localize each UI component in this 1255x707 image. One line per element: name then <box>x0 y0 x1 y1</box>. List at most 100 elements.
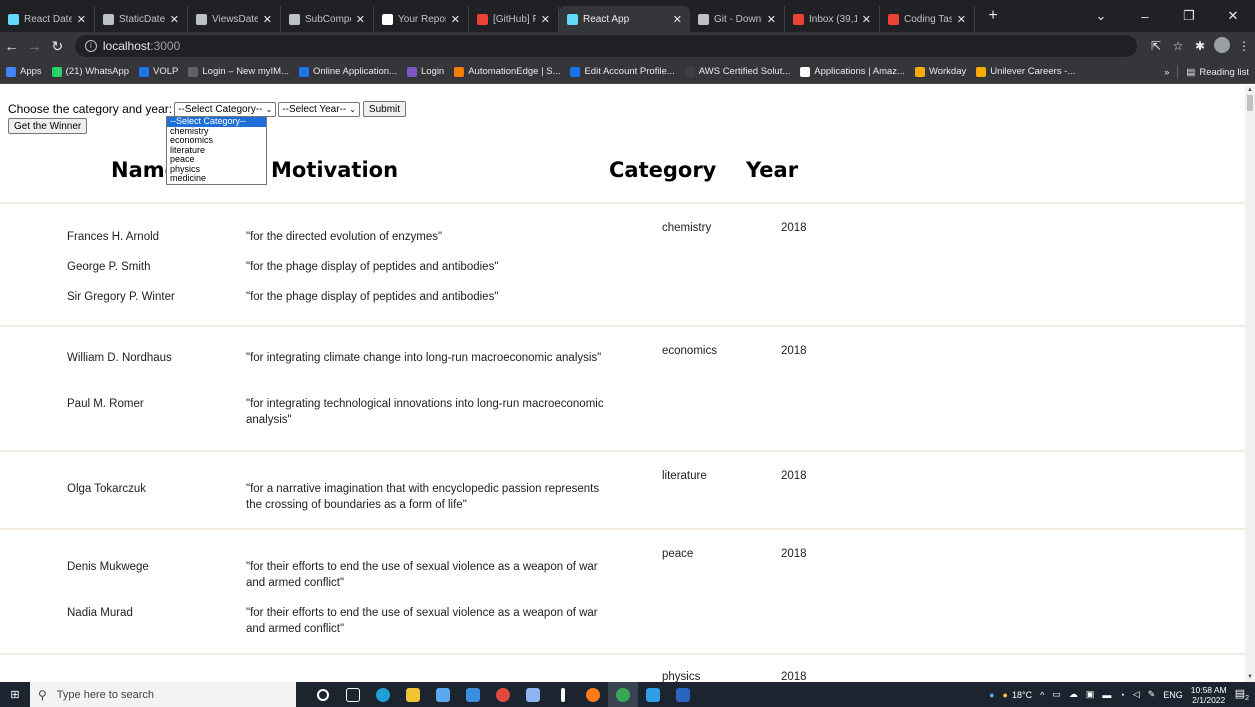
filter-form: Choose the category and year: --Select C… <box>8 101 407 117</box>
submit-button[interactable]: Submit <box>362 101 407 117</box>
reload-icon[interactable]: ↻ <box>46 38 69 55</box>
bookmark-5[interactable]: Login <box>406 66 444 77</box>
scroll-thumb[interactable] <box>1247 95 1253 111</box>
dropbox-icon[interactable] <box>518 682 548 707</box>
bookmark-label: Workday <box>928 66 967 77</box>
reading-list-icon[interactable]: ▤ <box>1186 67 1195 78</box>
display-icon[interactable]: ▣ <box>1086 689 1095 700</box>
chevron-down-icon: ⌄ <box>265 104 273 114</box>
year-select[interactable]: --Select Year-- ⌄ <box>278 101 360 117</box>
tab-label: React Date Tim <box>24 13 72 25</box>
weather-temp[interactable]: 18°C <box>1012 690 1032 700</box>
tab-1[interactable]: StaticDatePick ✕ <box>95 6 188 32</box>
tab-4[interactable]: Your Reposito ✕ <box>374 6 469 32</box>
bookmark-8[interactable]: AWS Certified Solut... <box>684 66 790 77</box>
header-category: Category <box>609 158 717 182</box>
close-tab-icon[interactable]: ✕ <box>673 13 682 26</box>
file-explorer-icon[interactable] <box>398 682 428 707</box>
mail-icon[interactable] <box>458 682 488 707</box>
vivaldi-icon[interactable] <box>488 682 518 707</box>
scroll-down-icon[interactable]: ▼ <box>1247 674 1253 680</box>
close-tab-icon[interactable]: ✕ <box>862 13 871 26</box>
close-tab-icon[interactable]: ✕ <box>263 13 272 26</box>
tab-7[interactable]: Git - Downloa ✕ <box>690 6 785 32</box>
close-tab-icon[interactable]: ✕ <box>451 13 460 26</box>
category-option[interactable]: medicine <box>167 173 266 184</box>
page-scrollbar[interactable]: ▲ ▼ <box>1245 85 1255 682</box>
network-icon[interactable]: ▭ <box>1052 689 1061 700</box>
close-tab-icon[interactable]: ✕ <box>77 13 86 26</box>
firefox-icon[interactable] <box>578 682 608 707</box>
form-prompt: Choose the category and year: <box>8 102 173 116</box>
weather-icon[interactable]: ● <box>1003 690 1008 700</box>
category-cell: chemistry <box>662 222 712 234</box>
help-icon[interactable]: ● <box>989 690 994 700</box>
forward-icon[interactable]: → <box>23 38 46 54</box>
tray-expand-icon[interactable]: ^ <box>1040 690 1044 700</box>
close-tab-icon[interactable]: ✕ <box>957 13 966 26</box>
restore-icon[interactable]: ❐ <box>1167 8 1211 24</box>
taskbar-search[interactable]: ⚲ Type here to search <box>30 682 296 707</box>
bookmark-3[interactable]: Login – New myIM... <box>188 66 289 77</box>
wifi-icon[interactable]: ◔ <box>1119 690 1124 700</box>
vscode-icon[interactable] <box>638 682 668 707</box>
slack-icon[interactable] <box>548 682 578 707</box>
new-tab-button[interactable]: + <box>983 7 1003 25</box>
edge-icon[interactable] <box>368 682 398 707</box>
tab-5[interactable]: [GitHub] Pleas ✕ <box>469 6 559 32</box>
share-icon[interactable]: ⇱ <box>1145 39 1167 53</box>
close-tab-icon[interactable]: ✕ <box>767 13 776 26</box>
search-icon: ⚲ <box>38 687 47 702</box>
category-select[interactable]: --Select Category-- ⌄ <box>174 101 277 117</box>
tab-2[interactable]: ViewsDatePick ✕ <box>188 6 281 32</box>
tab-9[interactable]: Coding Task (F ✕ <box>880 6 975 32</box>
bookmark-7[interactable]: Edit Account Profile... <box>570 66 675 77</box>
bookmark-6[interactable]: AutomationEdge | S... <box>454 66 560 77</box>
bookmark-10[interactable]: Workday <box>914 66 967 77</box>
volume-icon[interactable]: ◁ <box>1133 689 1140 700</box>
windows-start-icon[interactable]: ⊞ <box>0 688 30 701</box>
word-icon[interactable] <box>668 682 698 707</box>
chrome-icon[interactable] <box>608 682 638 707</box>
get-winner-button[interactable]: Get the Winner <box>8 118 88 134</box>
more-bookmarks-icon[interactable]: » <box>1164 67 1169 78</box>
clock[interactable]: 10:58 AM 2/1/2022 <box>1191 685 1227 705</box>
onedrive-icon[interactable]: ☁ <box>1069 689 1078 700</box>
tab-6[interactable]: React App ✕ <box>559 6 690 32</box>
cortana-icon[interactable] <box>308 682 338 707</box>
tab-3[interactable]: SubCompone ✕ <box>281 6 374 32</box>
back-icon[interactable]: ← <box>0 38 23 54</box>
notification-icon[interactable]: ▤2 <box>1235 687 1249 702</box>
language-indicator[interactable]: ENG <box>1163 690 1183 700</box>
tab-search-icon[interactable]: ⌄ <box>1079 8 1123 24</box>
minimize-icon[interactable]: – <box>1123 9 1167 24</box>
profile-avatar[interactable] <box>1211 36 1233 56</box>
bookmark-11[interactable]: Unilever Careers -... <box>976 66 1075 77</box>
bookmark-2[interactable]: VOLP <box>139 66 178 77</box>
site-info-icon[interactable]: i <box>84 40 97 52</box>
tab-0[interactable]: React Date Tim ✕ <box>0 6 95 32</box>
bookmark-1[interactable]: (21) WhatsApp <box>51 66 129 77</box>
pen-icon[interactable]: ✎ <box>1148 689 1156 700</box>
laureate-motivation: "for their efforts to end the use of sex… <box>246 561 598 589</box>
page-content: Choose the category and year: --Select C… <box>0 85 1245 682</box>
scroll-up-icon[interactable]: ▲ <box>1247 87 1253 93</box>
battery-icon[interactable]: ▬ <box>1102 690 1111 700</box>
close-tab-icon[interactable]: ✕ <box>541 13 550 26</box>
category-cell: physics <box>662 671 701 682</box>
store-icon[interactable] <box>428 682 458 707</box>
bookmark-0[interactable]: Apps <box>6 66 42 77</box>
reading-list-label[interactable]: Reading list <box>1199 67 1249 78</box>
bookmark-4[interactable]: Online Application... <box>298 66 397 77</box>
url-field[interactable]: i localhost:3000 <box>74 35 1137 57</box>
bookmark-9[interactable]: Applications | Amaz... <box>800 66 905 77</box>
bookmark-favicon-icon <box>800 66 811 77</box>
close-window-icon[interactable]: ✕ <box>1211 8 1255 24</box>
menu-icon[interactable]: ⋮ <box>1233 39 1255 53</box>
task-view-icon[interactable] <box>338 682 368 707</box>
tab-8[interactable]: Inbox (39,129) ✕ <box>785 6 880 32</box>
bookmark-star-icon[interactable]: ☆ <box>1167 39 1189 53</box>
extensions-icon[interactable]: ✱ <box>1189 39 1211 53</box>
close-tab-icon[interactable]: ✕ <box>356 13 365 26</box>
close-tab-icon[interactable]: ✕ <box>170 13 179 26</box>
